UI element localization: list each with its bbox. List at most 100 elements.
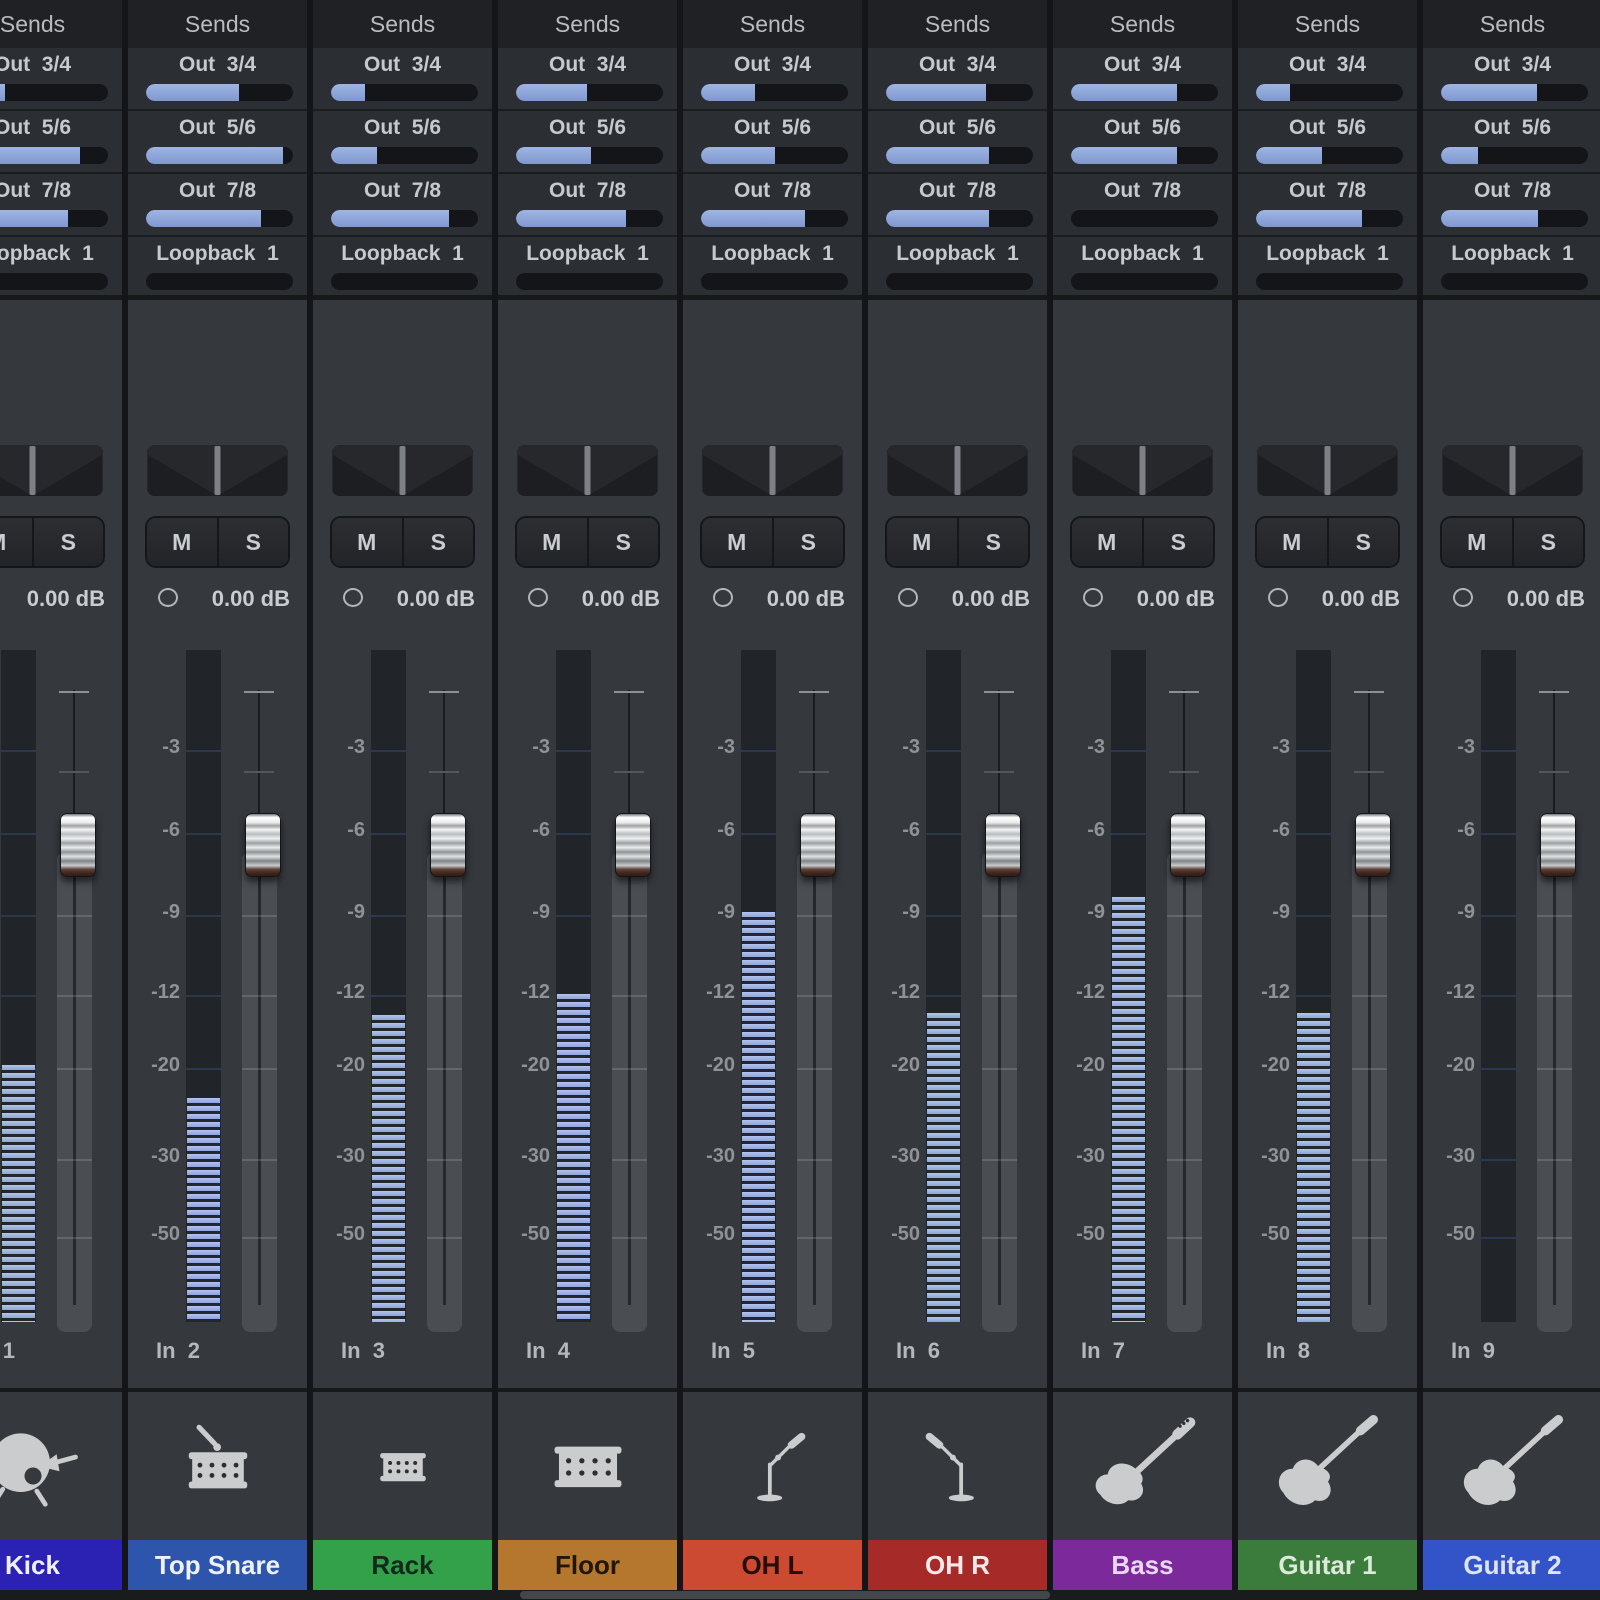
send-level-bar[interactable]: [331, 210, 478, 227]
send-level-bar[interactable]: [886, 273, 1033, 290]
volume-value[interactable]: 0.00 dB: [397, 586, 475, 612]
send-level-bar[interactable]: [1071, 273, 1218, 290]
send-level-bar[interactable]: [1071, 84, 1218, 101]
pan-balance-control[interactable]: [1072, 445, 1213, 496]
track-name-tag[interactable]: Guitar 1: [1238, 1540, 1417, 1590]
send-level-bar[interactable]: [331, 147, 478, 164]
send-level-bar[interactable]: [146, 273, 293, 290]
fader-cap[interactable]: [985, 813, 1021, 877]
track-name-tag[interactable]: Top Snare: [128, 1540, 307, 1590]
solo-button[interactable]: S: [34, 518, 104, 566]
mute-button[interactable]: M: [332, 518, 404, 566]
horizontal-scrollbar[interactable]: [0, 1590, 1600, 1600]
pan-balance-control[interactable]: [517, 445, 658, 496]
solo-button[interactable]: S: [1144, 518, 1214, 566]
track-name-tag[interactable]: Rack: [313, 1540, 492, 1590]
volume-value[interactable]: 0.00 dB: [767, 586, 845, 612]
send-level-bar[interactable]: [516, 147, 663, 164]
send-level-bar[interactable]: [516, 84, 663, 101]
send-level-bar[interactable]: [146, 84, 293, 101]
send-level-bar[interactable]: [516, 210, 663, 227]
mute-button[interactable]: M: [0, 518, 34, 566]
send-level-bar[interactable]: [701, 84, 848, 101]
fader-cap[interactable]: [615, 813, 651, 877]
track-name-tag[interactable]: Floor: [498, 1540, 677, 1590]
volume-value[interactable]: 0.00 dB: [952, 586, 1030, 612]
send-level-bar[interactable]: [1441, 84, 1588, 101]
volume-value[interactable]: 0.00 dB: [1322, 586, 1400, 612]
solo-button[interactable]: S: [1514, 518, 1584, 566]
fader-cap[interactable]: [60, 813, 96, 877]
send-level-bar[interactable]: [886, 210, 1033, 227]
volume-value[interactable]: 0.00 dB: [582, 586, 660, 612]
solo-button[interactable]: S: [404, 518, 474, 566]
send-level-bar[interactable]: [1256, 147, 1403, 164]
send-level-bar[interactable]: [1256, 273, 1403, 290]
send-level-bar[interactable]: [886, 147, 1033, 164]
fader-cap[interactable]: [1170, 813, 1206, 877]
send-level-bar[interactable]: [0, 210, 108, 227]
send-level-bar[interactable]: [1441, 210, 1588, 227]
mute-button[interactable]: M: [702, 518, 774, 566]
fader-slot[interactable]: [797, 853, 832, 1332]
pan-balance-control[interactable]: [332, 445, 473, 496]
send-level-bar[interactable]: [1256, 210, 1403, 227]
volume-value[interactable]: 0.00 dB: [27, 586, 105, 612]
solo-button[interactable]: S: [959, 518, 1029, 566]
mute-button[interactable]: M: [517, 518, 589, 566]
pan-balance-control[interactable]: [887, 445, 1028, 496]
send-level-bar[interactable]: [1256, 84, 1403, 101]
fader-slot[interactable]: [427, 853, 462, 1332]
send-level-bar[interactable]: [1071, 147, 1218, 164]
send-level-bar[interactable]: [146, 210, 293, 227]
fader-cap[interactable]: [430, 813, 466, 877]
mute-button[interactable]: M: [1442, 518, 1514, 566]
solo-button[interactable]: S: [219, 518, 289, 566]
mute-button[interactable]: M: [1257, 518, 1329, 566]
fader-slot[interactable]: [242, 853, 277, 1332]
volume-value[interactable]: 0.00 dB: [212, 586, 290, 612]
track-name-tag[interactable]: Bass: [1053, 1540, 1232, 1590]
send-level-bar[interactable]: [0, 273, 108, 290]
send-level-bar[interactable]: [0, 147, 108, 164]
fader-slot[interactable]: [57, 853, 92, 1332]
pan-balance-control[interactable]: [1257, 445, 1398, 496]
send-level-bar[interactable]: [146, 147, 293, 164]
send-level-bar[interactable]: [701, 147, 848, 164]
pan-balance-control[interactable]: [702, 445, 843, 496]
send-level-bar[interactable]: [331, 273, 478, 290]
mute-button[interactable]: M: [147, 518, 219, 566]
pan-balance-control[interactable]: [0, 445, 103, 496]
send-level-bar[interactable]: [516, 273, 663, 290]
fader-slot[interactable]: [1537, 853, 1572, 1332]
fader-cap[interactable]: [245, 813, 281, 877]
send-level-bar[interactable]: [701, 273, 848, 290]
fader-cap[interactable]: [800, 813, 836, 877]
track-name-tag[interactable]: Kick: [0, 1540, 122, 1590]
mute-button[interactable]: M: [887, 518, 959, 566]
volume-value[interactable]: 0.00 dB: [1507, 586, 1585, 612]
send-level-bar[interactable]: [1071, 210, 1218, 227]
fader-slot[interactable]: [1352, 853, 1387, 1332]
send-level-bar[interactable]: [1441, 273, 1588, 290]
send-level-bar[interactable]: [0, 84, 108, 101]
pan-balance-control[interactable]: [147, 445, 288, 496]
solo-button[interactable]: S: [774, 518, 844, 566]
fader-slot[interactable]: [982, 853, 1017, 1332]
send-level-bar[interactable]: [701, 210, 848, 227]
fader-cap[interactable]: [1355, 813, 1391, 877]
fader-slot[interactable]: [1167, 853, 1202, 1332]
track-name-tag[interactable]: OH L: [683, 1540, 862, 1590]
scrollbar-thumb[interactable]: [520, 1591, 1050, 1599]
send-level-bar[interactable]: [1441, 147, 1588, 164]
mute-button[interactable]: M: [1072, 518, 1144, 566]
fader-cap[interactable]: [1540, 813, 1576, 877]
track-name-tag[interactable]: OH R: [868, 1540, 1047, 1590]
fader-slot[interactable]: [612, 853, 647, 1332]
volume-value[interactable]: 0.00 dB: [1137, 586, 1215, 612]
track-name-tag[interactable]: Guitar 2: [1423, 1540, 1600, 1590]
solo-button[interactable]: S: [1329, 518, 1399, 566]
send-level-bar[interactable]: [331, 84, 478, 101]
send-level-bar[interactable]: [886, 84, 1033, 101]
pan-balance-control[interactable]: [1442, 445, 1583, 496]
